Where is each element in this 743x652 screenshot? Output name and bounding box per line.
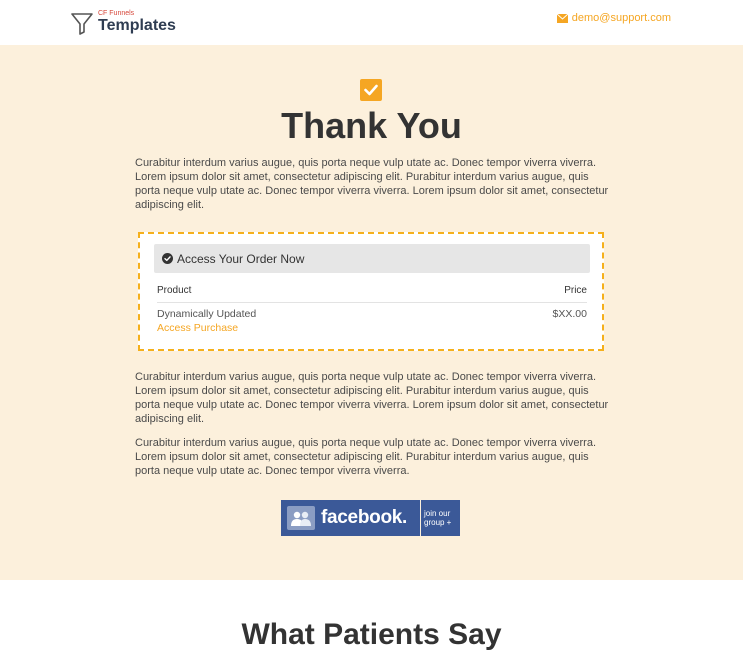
page-title: Thank You [281, 105, 462, 146]
body-paragraph-1: Curabitur interdum varius augue, quis po… [135, 371, 609, 425]
product-price: $XX.00 [552, 308, 587, 320]
body-paragraph-2: Curabitur interdum varius augue, quis po… [135, 437, 597, 477]
logo-text: CF Funnels Templates [98, 10, 176, 34]
order-box: Access Your Order Now Product Price Dyna… [138, 232, 604, 351]
contact-email[interactable]: demo@support.com [556, 12, 671, 24]
logo[interactable]: CF Funnels Templates [70, 10, 176, 36]
thank-you-section: Thank You Curabitur interdum varius augu… [0, 45, 743, 580]
checkmark-icon [360, 79, 382, 101]
access-purchase-link[interactable]: Access Purchase [157, 322, 238, 334]
funnel-icon [71, 13, 93, 35]
column-header-product: Product [157, 285, 192, 296]
divider [157, 302, 587, 303]
facebook-group-button[interactable]: facebook. join our group + [281, 500, 460, 536]
testimonials-title: What Patients Say [241, 618, 502, 651]
people-icon [287, 506, 315, 530]
column-header-price: Price [564, 285, 587, 296]
facebook-wordmark: facebook. [321, 507, 407, 528]
facebook-logo: facebook. [281, 500, 420, 536]
testimonials-section: What Patients Say [0, 580, 743, 651]
email-link[interactable]: demo@support.com [572, 12, 671, 24]
envelope-icon [556, 13, 568, 23]
check-circle-icon [162, 253, 173, 264]
intro-paragraph: Curabitur interdum varius augue, quis po… [135, 157, 609, 211]
order-header-title: Access Your Order Now [177, 251, 305, 266]
logo-small-text: CF Funnels [98, 10, 135, 17]
order-header: Access Your Order Now [154, 244, 590, 273]
product-name: Dynamically Updated [157, 308, 257, 320]
top-bar: CF Funnels Templates demo@support.com [0, 0, 743, 45]
join-group-label: join our group + [421, 500, 460, 536]
